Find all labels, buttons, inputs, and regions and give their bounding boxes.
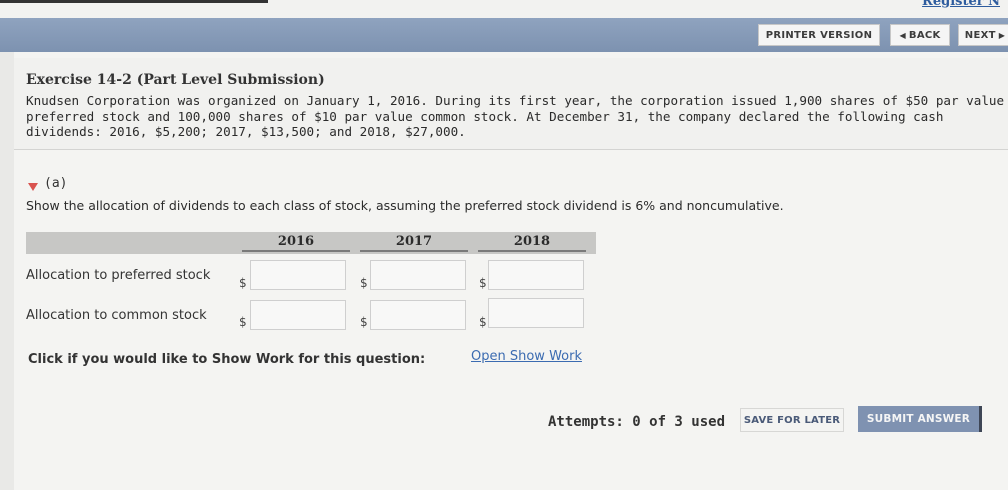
exercise-title: Exercise 14-2 (Part Level Submission) — [26, 72, 325, 88]
exercise-text: Knudsen Corporation was organized on Jan… — [26, 93, 1005, 139]
dollar-sign: $ — [360, 315, 368, 329]
toolbar: PRINTER VERSION ◀ BACK NEXT ▶ — [0, 18, 1008, 52]
printer-version-button[interactable]: PRINTER VERSION — [758, 24, 880, 46]
common-2018-input[interactable] — [488, 298, 584, 328]
row-label-preferred: Allocation to preferred stock — [26, 268, 211, 283]
part-label: (a) — [44, 176, 68, 191]
column-header-2018: 2018 — [478, 234, 586, 252]
dollar-sign: $ — [239, 276, 247, 290]
main-content: Exercise 14-2 (Part Level Submission) Kn… — [14, 52, 1008, 490]
top-strip: Register N — [0, 0, 1008, 18]
dollar-sign: $ — [360, 276, 368, 290]
show-work-prompt: Click if you would like to Show Work for… — [28, 352, 426, 367]
preferred-2018-input[interactable] — [488, 260, 584, 290]
collapse-triangle-icon[interactable] — [28, 182, 38, 192]
attempts-text: Attempts: 0 of 3 used — [548, 414, 726, 430]
dollar-sign: $ — [479, 276, 487, 290]
open-show-work-link[interactable]: Open Show Work — [471, 349, 582, 364]
question-text: Show the allocation of dividends to each… — [26, 198, 784, 213]
save-for-later-label: SAVE FOR LATER — [743, 414, 841, 426]
save-for-later-button[interactable]: SAVE FOR LATER — [740, 408, 844, 432]
back-arrow-icon: ◀ — [899, 30, 906, 40]
back-button[interactable]: ◀ BACK — [890, 24, 950, 46]
next-button[interactable]: NEXT ▶ — [958, 24, 1008, 46]
printer-version-label: PRINTER VERSION — [765, 29, 873, 41]
partial-header-text: Register N — [922, 0, 1000, 9]
column-header-2016: 2016 — [242, 234, 350, 252]
register-link[interactable]: Register N — [922, 0, 1000, 9]
preferred-2017-input[interactable] — [370, 260, 466, 290]
common-2016-input[interactable] — [250, 300, 346, 330]
dollar-sign: $ — [479, 315, 487, 329]
row-label-common: Allocation to common stock — [26, 308, 207, 323]
column-header-2017: 2017 — [360, 234, 468, 252]
next-arrow-icon: ▶ — [998, 30, 1006, 40]
back-label: BACK — [908, 29, 941, 41]
exercise-box: Exercise 14-2 (Part Level Submission) Kn… — [14, 58, 1008, 150]
top-dark-bar — [0, 0, 268, 3]
common-2017-input[interactable] — [370, 300, 466, 330]
submit-answer-label: SUBMIT ANSWER — [866, 413, 971, 425]
dollar-sign: $ — [239, 315, 247, 329]
submit-answer-button[interactable]: SUBMIT ANSWER — [858, 406, 982, 432]
next-label: NEXT — [964, 29, 996, 41]
preferred-2016-input[interactable] — [250, 260, 346, 290]
